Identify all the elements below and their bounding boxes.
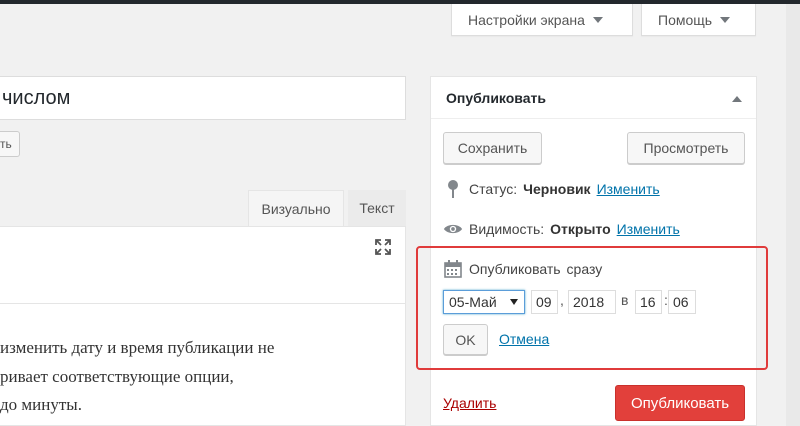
save-draft-button[interactable]: Сохранить: [443, 132, 542, 164]
permalink-edit-label: ть: [0, 137, 12, 151]
visibility-edit-link[interactable]: Изменить: [617, 221, 680, 237]
fullscreen-icon[interactable]: [373, 237, 393, 257]
post-title-text: числом: [2, 86, 71, 109]
eye-icon: [443, 219, 463, 239]
publish-box-title: Опубликовать: [446, 89, 546, 106]
caret-down-icon: [592, 16, 603, 23]
status-edit-link[interactable]: Изменить: [597, 181, 660, 197]
visibility-row: Видимость: Открыто Изменить: [443, 219, 680, 239]
preview-button[interactable]: Просмотреть: [627, 132, 745, 164]
publish-box-header[interactable]: Опубликовать: [431, 77, 756, 119]
publish-button-label: Опубликовать: [630, 394, 730, 412]
editor-text-line: до минуты.: [0, 395, 82, 414]
preview-label: Просмотреть: [643, 140, 729, 156]
status-label: Статус:: [469, 181, 518, 197]
tab-text-label: Текст: [359, 200, 395, 216]
screen-options-button[interactable]: Настройки экрана: [451, 4, 633, 36]
status-row: Статус: Черновик Изменить: [443, 179, 660, 199]
help-button[interactable]: Помощь: [641, 4, 756, 36]
tab-visual[interactable]: Визуально: [248, 190, 344, 226]
tab-visual-label: Визуально: [261, 200, 331, 217]
editor-text-line: изменить дату и время публикации не: [0, 338, 275, 357]
publish-button[interactable]: Опубликовать: [615, 385, 745, 421]
tab-text[interactable]: Текст: [348, 190, 406, 226]
visibility-label: Видимость:: [469, 221, 545, 237]
help-label: Помощь: [658, 11, 713, 28]
status-value: Черновик: [523, 181, 591, 197]
screen-options-label: Настройки экрана: [468, 11, 585, 28]
schedule-highlight-frame: [416, 246, 768, 370]
pin-icon: [443, 179, 463, 199]
delete-link[interactable]: Удалить: [443, 395, 496, 411]
save-draft-label: Сохранить: [457, 140, 528, 156]
permalink-edit-button[interactable]: ть: [0, 131, 20, 157]
right-edge-strip: [786, 4, 800, 426]
content-editor[interactable]: изменить дату и время публикации не рива…: [0, 226, 406, 426]
caret-down-icon: [720, 16, 731, 23]
post-title-input[interactable]: числом: [0, 76, 406, 120]
visibility-value: Открыто: [550, 221, 611, 237]
collapse-arrow-icon[interactable]: [732, 96, 742, 102]
editor-toolbar: [0, 227, 405, 304]
editor-text-line: ривает соответствующие опции,: [0, 367, 234, 386]
